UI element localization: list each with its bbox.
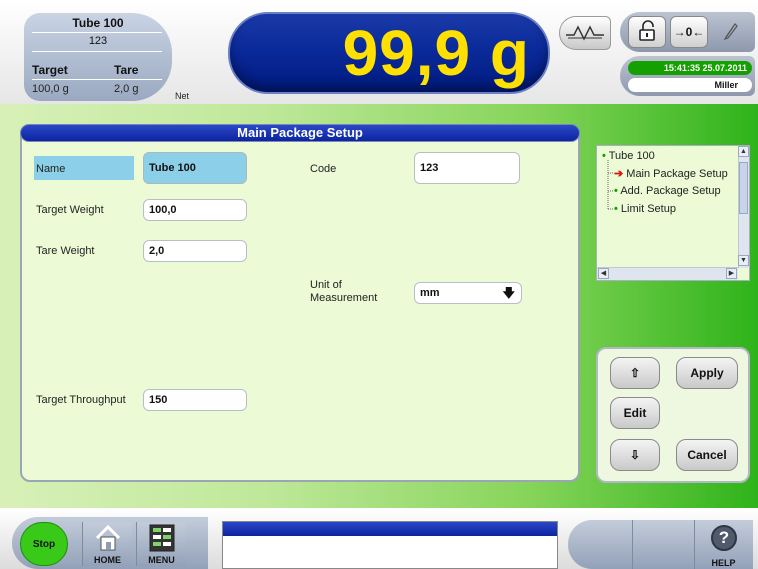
clock-display: 15:41:35 25.07.2011 [628, 61, 752, 75]
weight-value: 99,9 g [342, 17, 530, 89]
status-panel: 15:41:35 25.07.2011 Miller [620, 56, 755, 96]
target-throughput-field[interactable]: 150 [143, 389, 247, 411]
scroll-down-icon[interactable]: ▼ [738, 255, 749, 266]
tare-weight-label: Tare Weight [36, 245, 95, 257]
wave-icon [560, 25, 610, 53]
arrow-up-icon: ⇧ [629, 366, 641, 380]
product-info-panel: Tube 100 123 Target Tare 100,0 g 2,0 g [24, 13, 172, 101]
up-button[interactable]: ⇧ [610, 357, 660, 389]
horizontal-scrollbar[interactable] [597, 267, 738, 280]
lock-button[interactable] [628, 16, 666, 48]
tool-panel: →0← [620, 12, 755, 52]
bullet-icon: • [614, 203, 618, 215]
tare-value: 2,0 g [114, 83, 139, 95]
edit-button[interactable]: Edit [610, 397, 660, 429]
zero-button[interactable]: →0← [670, 16, 708, 48]
home-button[interactable]: HOME [82, 522, 132, 566]
tree-item-limit-setup[interactable]: • Limit Setup [614, 203, 676, 215]
help-icon: ? [711, 525, 737, 551]
scroll-up-icon[interactable]: ▲ [738, 146, 749, 157]
product-code: 123 [88, 35, 108, 47]
message-bar [223, 522, 557, 536]
name-label: Name [36, 163, 66, 175]
net-label: Net [175, 91, 190, 101]
unlock-icon [637, 19, 657, 45]
bullet-icon: • [614, 185, 618, 197]
divider [32, 32, 162, 33]
tree-lines [607, 160, 613, 210]
tare-label: Tare [114, 63, 139, 77]
help-button[interactable]: ? HELP [694, 520, 753, 569]
target-weight-field[interactable]: 100,0 [143, 199, 247, 221]
help-label: HELP [711, 558, 736, 568]
weight-display: 99,9 g [228, 12, 550, 94]
stop-button[interactable]: Stop [20, 522, 68, 566]
scroll-right-icon[interactable]: ▶ [726, 268, 737, 279]
code-field[interactable]: 123 [414, 152, 520, 184]
tree-item-add-package-setup[interactable]: • Add. Package Setup [614, 185, 721, 197]
product-name: Tube 100 [72, 16, 124, 30]
code-label: Code [310, 163, 337, 175]
unit-value: mm [420, 287, 440, 299]
tree-item-main-package-setup[interactable]: ➔ Main Package Setup [614, 167, 728, 180]
down-button[interactable]: ⇩ [610, 439, 660, 471]
user-display: Miller [628, 78, 752, 92]
name-field[interactable]: Tube 100 [143, 152, 247, 184]
tool-button[interactable] [712, 16, 750, 48]
scroll-left-icon[interactable]: ◀ [598, 268, 609, 279]
tare-weight-field[interactable]: 2,0 [143, 240, 247, 262]
signal-button[interactable] [559, 16, 611, 50]
scrollbar-thumb[interactable] [739, 162, 748, 214]
target-throughput-label: Target Throughput [36, 394, 126, 406]
dropdown-arrow-icon: 🡇 [502, 286, 515, 300]
menu-button[interactable]: MENU [136, 522, 186, 566]
divider [32, 79, 162, 80]
form-title: Main Package Setup [237, 125, 363, 140]
cancel-button[interactable]: Cancel [676, 439, 738, 471]
unit-label-line2: Measurement [310, 292, 378, 304]
unit-select[interactable]: mm 🡇 [414, 282, 522, 304]
menu-label: MENU [148, 555, 175, 565]
apply-button[interactable]: Apply [676, 357, 738, 389]
divider [632, 520, 633, 569]
target-weight-label: Target Weight [36, 204, 104, 216]
target-label: Target [32, 63, 68, 77]
arrow-down-icon: ⇩ [629, 448, 641, 462]
arrow-right-icon: ➔ [614, 168, 624, 180]
home-icon [94, 524, 122, 557]
menu-icon [149, 524, 175, 557]
home-label: HOME [94, 555, 121, 565]
message-area [222, 521, 558, 569]
form-title-bar: Main Package Setup [20, 124, 580, 142]
unit-label-line1: Unit of [310, 279, 342, 291]
target-value: 100,0 g [32, 83, 69, 95]
pencil-icon [721, 20, 741, 45]
divider [32, 51, 162, 52]
